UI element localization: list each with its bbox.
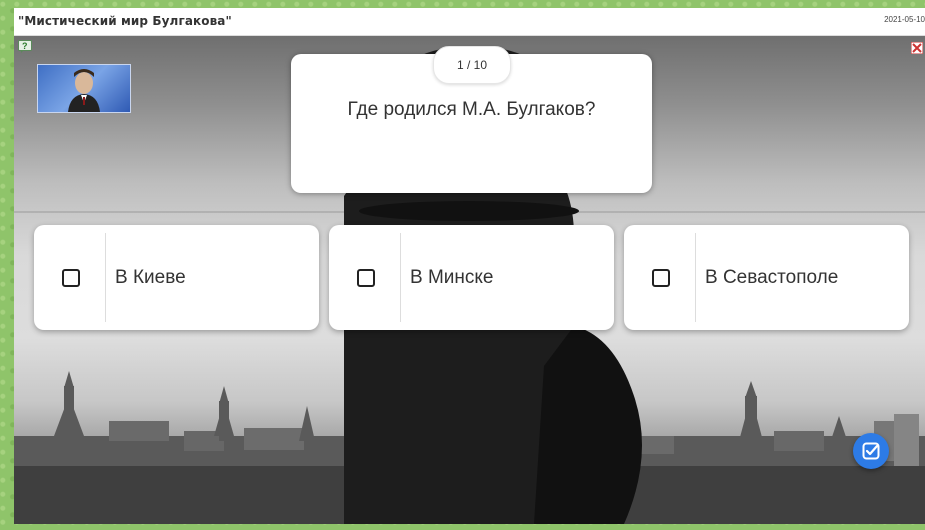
question-text: Где родился М.А. Булгаков? bbox=[347, 99, 596, 120]
answer-label: В Севастополе bbox=[705, 267, 839, 288]
answer-option-1[interactable]: В Киеве bbox=[34, 225, 319, 330]
answer-label: В Минске bbox=[410, 267, 494, 288]
divider bbox=[105, 233, 106, 322]
help-icon[interactable]: ? bbox=[18, 40, 34, 54]
quiz-date: 2021-05-10 bbox=[884, 15, 925, 24]
answer-option-2[interactable]: В Минске bbox=[329, 225, 614, 330]
checkbox[interactable] bbox=[62, 269, 80, 287]
quiz-window: "Мистический мир Булгакова" 2021-05-10 ?… bbox=[14, 8, 925, 524]
submit-answer-button[interactable] bbox=[853, 433, 889, 469]
portrait-image bbox=[68, 69, 100, 112]
question-card: 1 / 10 Где родился М.А. Булгаков? bbox=[291, 46, 652, 193]
answer-label: В Киеве bbox=[115, 267, 186, 288]
author-portrait bbox=[37, 64, 131, 113]
divider bbox=[400, 233, 401, 322]
close-icon[interactable] bbox=[911, 42, 923, 54]
quiz-title: "Мистический мир Булгакова" bbox=[18, 14, 232, 28]
quiz-header: "Мистический мир Булгакова" 2021-05-10 bbox=[14, 8, 925, 36]
question-counter: 1 / 10 bbox=[433, 46, 511, 84]
check-submit-icon bbox=[862, 442, 880, 460]
quiz-stage: ? 1 / 10 Где родился М.А. Булгаков? В Ки… bbox=[14, 36, 925, 524]
answer-option-3[interactable]: В Севастополе bbox=[624, 225, 909, 330]
checkbox[interactable] bbox=[357, 269, 375, 287]
divider bbox=[695, 233, 696, 322]
checkbox[interactable] bbox=[652, 269, 670, 287]
svg-text:?: ? bbox=[22, 41, 28, 51]
